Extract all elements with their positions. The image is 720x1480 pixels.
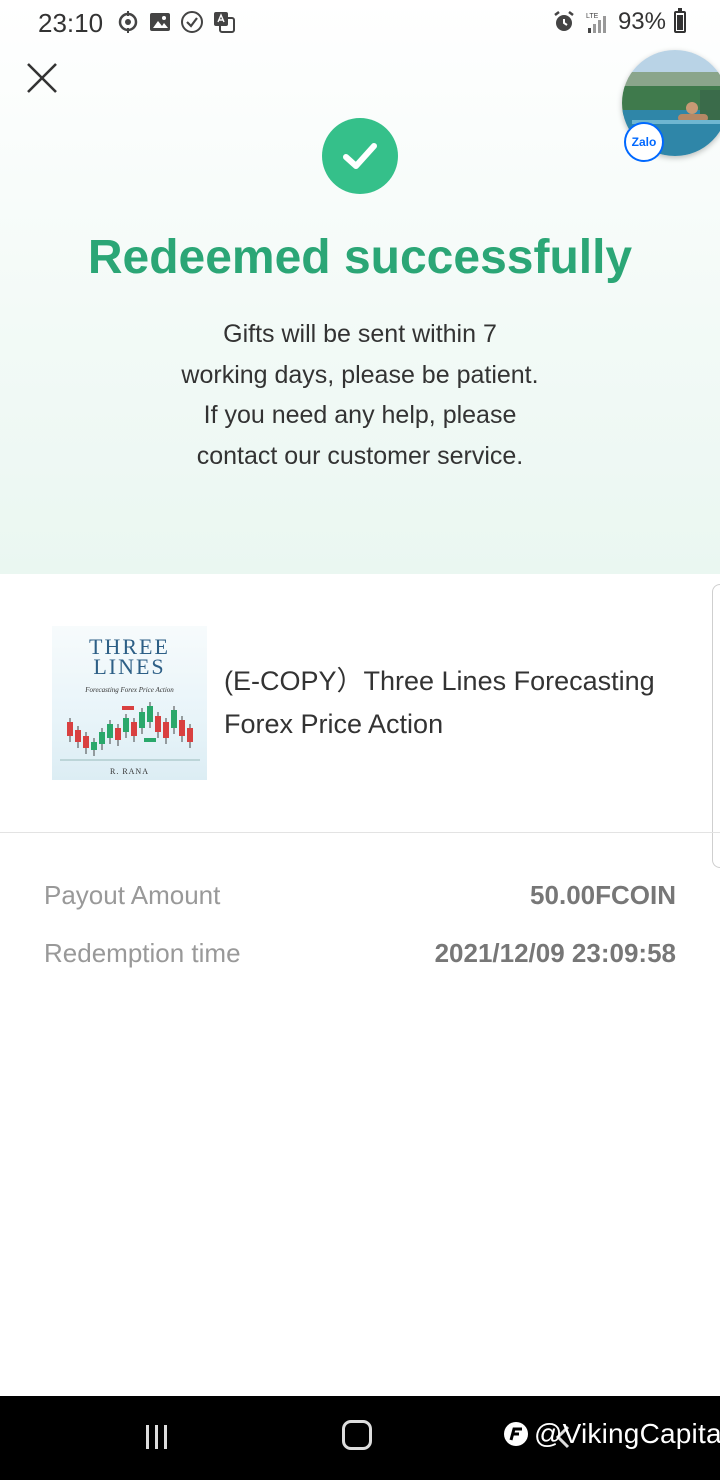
candlestick-illustration: [60, 702, 200, 761]
section-divider: [0, 832, 720, 833]
battery-icon: [674, 8, 686, 33]
edge-panel-handle[interactable]: [712, 584, 720, 868]
translate-icon: [214, 12, 235, 33]
watermark: @VikingCapital: [502, 1418, 720, 1450]
redemption-time-label: Redemption time: [44, 938, 241, 968]
close-button[interactable]: [22, 58, 62, 98]
watermark-text: @VikingCapital: [534, 1418, 720, 1449]
book-cover-image: THREE LINES Forecasting Forex Price Acti…: [52, 626, 207, 780]
success-check-icon: [322, 118, 398, 194]
result-title: Redeemed successfully: [87, 231, 633, 284]
image-icon: [150, 13, 170, 31]
system-status-icons: LTE 93%: [552, 8, 686, 36]
success-header-area: [0, 0, 720, 574]
result-message: Gifts will be sent within 7 working days…: [181, 320, 539, 470]
close-icon: [27, 63, 57, 93]
home-button[interactable]: [342, 1420, 372, 1450]
svg-text:LTE: LTE: [586, 13, 599, 20]
watermark-logo-icon: [504, 1422, 528, 1446]
alarm-icon: [554, 11, 574, 31]
product-card[interactable]: THREE LINES Forecasting Forex Price Acti…: [0, 574, 720, 832]
cover-title-line2: LINES: [93, 654, 166, 679]
system-nav-bar: @VikingCapital: [0, 1396, 720, 1480]
payout-amount-label: Payout Amount: [44, 880, 221, 910]
battery-percent: 93%: [617, 8, 666, 35]
zalo-badge-label: Zalo: [631, 135, 657, 149]
redemption-time-value: 2021/12/09 23:09:58: [434, 938, 676, 968]
recent-apps-button[interactable]: [142, 1422, 172, 1452]
sync-icon: [118, 11, 138, 33]
notification-icons: [116, 10, 236, 34]
status-bar: 23:10 LTE 93%: [0, 0, 720, 46]
zalo-badge: Zalo: [624, 122, 664, 162]
checkmark-icon: [343, 143, 377, 169]
check-circle-icon: [181, 11, 203, 33]
cover-subtitle: Forecasting Forex Price Action: [85, 686, 174, 694]
cover-author: R. RANA: [109, 767, 149, 776]
status-time: 23:10: [38, 8, 104, 38]
product-name: (E-COPY）Three Lines Forecasting Forex Pr…: [224, 666, 655, 739]
signal-icon: LTE: [586, 13, 606, 33]
payout-amount-value: 50.00FCOIN: [530, 880, 676, 910]
